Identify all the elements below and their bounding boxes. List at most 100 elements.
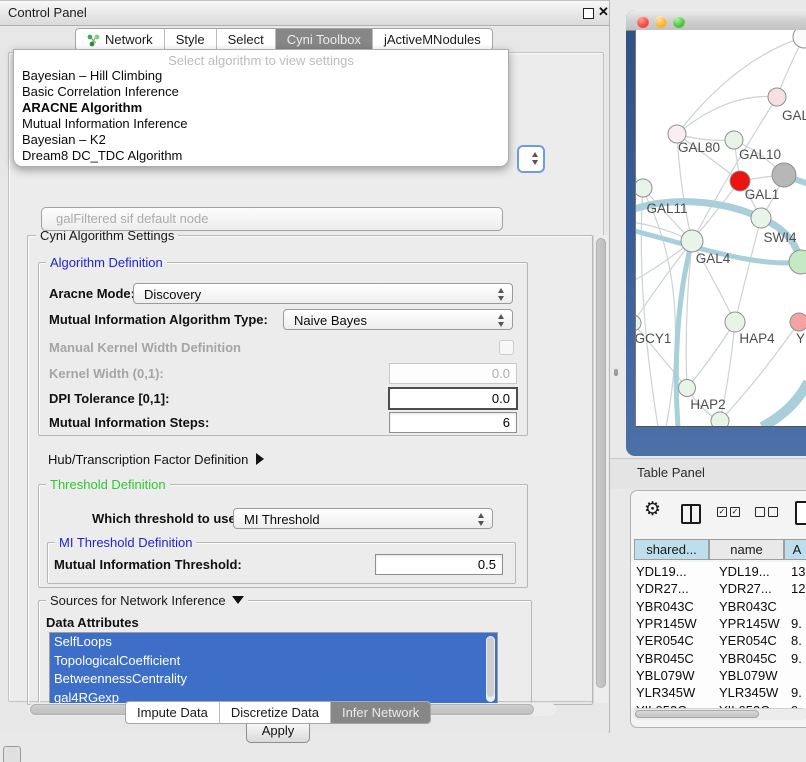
dpi-tolerance-label: DPI Tolerance [0,1]:	[49, 391, 169, 406]
split-columns-icon[interactable]	[681, 504, 701, 524]
aracne-mode-label: Aracne Mode:	[49, 286, 135, 301]
network-node-hap2[interactable]	[679, 380, 696, 397]
table-header-row: shared...nameA	[631, 539, 806, 560]
which-threshold-value: MI Threshold	[244, 512, 320, 527]
attribute-list-item[interactable]: BetweennessCentrality	[50, 670, 497, 689]
mi-algorithm-type-combo[interactable]: Naive Bayes	[283, 309, 513, 330]
algorithm-dropdown-popup: Select algorithm to view settings Bayesi…	[13, 49, 509, 167]
network-table-combo[interactable]: galFiltered sif default node	[41, 207, 503, 231]
tab-network[interactable]: Network	[76, 29, 165, 50]
mi-steps-label: Mutual Information Steps:	[49, 415, 209, 430]
algorithm-option[interactable]: Dream8 DC_TDC Algorithm	[14, 148, 508, 164]
tab-impute-data[interactable]: Impute Data	[126, 702, 220, 723]
tab-jactivemnodules[interactable]: jActiveMNodules	[373, 29, 492, 50]
network-node[interactable]	[793, 30, 806, 48]
table-row[interactable]: YPR145WYPR145W9.	[631, 616, 806, 633]
close-traffic-light-icon[interactable]	[637, 16, 649, 28]
table-horizontal-scrollbar[interactable]	[633, 708, 806, 720]
table-cell: YPR145W	[636, 616, 697, 631]
unchecked-box-icon[interactable]	[768, 507, 778, 517]
which-threshold-combo[interactable]: MI Threshold	[233, 508, 493, 529]
checked-box-icon[interactable]: ✓	[730, 507, 740, 517]
network-node[interactable]	[711, 412, 729, 426]
table-row[interactable]: YLR345WYLR345W9.	[631, 685, 806, 702]
node-label: GAL1	[745, 187, 780, 202]
settings-vertical-scrollbar[interactable]	[593, 235, 608, 703]
algorithm-option[interactable]: Basic Correlation Inference	[14, 84, 508, 100]
mi-steps-field[interactable]: 6	[389, 412, 517, 433]
network-canvas[interactable]: GALGAL80GAL10GAL1GAL11SWI4GAL4GCY1HAP4YH…	[635, 30, 806, 427]
table-cell: YDR27...	[719, 581, 772, 596]
zoom-traffic-light-icon[interactable]	[673, 16, 685, 28]
aracne-mode-combo[interactable]: Discovery	[133, 283, 513, 304]
network-node[interactable]	[772, 163, 796, 187]
close-icon[interactable]: ✕	[598, 4, 609, 20]
tab-select[interactable]: Select	[217, 29, 276, 50]
table-panel-title: Table Panel	[637, 465, 705, 480]
threshold-definition-group: Threshold Definition Which threshold to …	[38, 484, 528, 588]
manual-kernel-width-checkbox[interactable]	[499, 340, 514, 355]
attributes-scrollbar[interactable]	[486, 636, 495, 702]
mi-threshold-label: Mutual Information Threshold:	[54, 557, 242, 572]
hub-definition-expander[interactable]: Hub/Transcription Factor Definition	[48, 452, 264, 467]
mi-threshold-group-title: MI Threshold Definition	[55, 535, 196, 550]
kernel-width-field[interactable]: 0.0	[389, 363, 517, 384]
gear-icon[interactable]: ⚙	[644, 498, 661, 521]
table-row[interactable]: YBL079WYBL079W	[631, 668, 806, 685]
network-view-window[interactable]: GALGAL80GAL10GAL1GAL11SWI4GAL4GCY1HAP4YH…	[626, 10, 806, 456]
tab-style[interactable]: Style	[165, 29, 217, 50]
data-attributes-list[interactable]: SelfLoopsTopologicalCoefficientBetweenne…	[49, 632, 498, 710]
sources-title[interactable]: Sources for Network Inference	[46, 593, 248, 608]
float-window-icon[interactable]	[583, 8, 594, 19]
table-row[interactable]: YBR043CYBR043C	[631, 599, 806, 616]
table-toolbar: ⚙ ✓ ✓	[631, 491, 806, 536]
network-node-gal[interactable]	[768, 88, 786, 106]
table-cell: 9.	[791, 651, 802, 666]
network-node-gal4[interactable]	[681, 230, 703, 252]
algorithm-option[interactable]: Mutual Information Inference	[14, 116, 508, 132]
minimize-traffic-light-icon[interactable]	[655, 16, 667, 28]
tab-cyni-toolbox[interactable]: Cyni Toolbox	[276, 29, 373, 50]
mi-algorithm-type-value: Naive Bayes	[294, 313, 367, 328]
network-node-swi4[interactable]	[751, 208, 771, 228]
column-header-2[interactable]: name	[709, 539, 784, 560]
column-header-1[interactable]: shared...	[634, 539, 709, 560]
column-header-3[interactable]: A	[784, 539, 806, 560]
cyni-bottom-tabbar: Impute DataDiscretize DataInfer Network	[125, 701, 431, 724]
splitter-handle[interactable]	[614, 369, 618, 376]
table-row[interactable]: YDR27...YDR27...12	[631, 581, 806, 598]
network-node[interactable]	[789, 250, 806, 274]
table-cell: 9.	[791, 616, 802, 631]
algorithm-option[interactable]: Bayesian – K2	[14, 132, 508, 148]
unchecked-box-icon[interactable]	[755, 507, 765, 517]
table-cell: YBR045C	[636, 651, 694, 666]
network-node-hap4[interactable]	[725, 312, 745, 332]
hide-panel-button[interactable]	[3, 746, 21, 762]
table-body: YDL19...YDL19...13YDR27...YDR27...12YBR0…	[631, 562, 806, 708]
table-row[interactable]: YBR045CYBR045C9.	[631, 651, 806, 668]
tab-infer-network[interactable]: Infer Network	[331, 702, 430, 723]
table-cell: YER054C	[636, 633, 694, 648]
table-row[interactable]: YER054CYER054C8.	[631, 633, 806, 650]
attribute-list-item[interactable]: SelfLoops	[50, 633, 497, 652]
algorithm-option[interactable]: ARACNE Algorithm	[14, 100, 508, 116]
table-cell: YBR043C	[719, 599, 777, 614]
document-icon[interactable]	[795, 501, 806, 525]
network-node-gal11[interactable]	[636, 179, 652, 197]
attribute-list-item[interactable]: TopologicalCoefficient	[50, 652, 497, 671]
network-edge[interactable]	[735, 218, 761, 322]
dpi-tolerance-field[interactable]: 0.0	[388, 387, 518, 410]
node-label: SWI4	[763, 230, 796, 245]
network-node-y[interactable]	[790, 313, 806, 331]
tab-discretize-data[interactable]: Discretize Data	[220, 702, 331, 723]
network-window-titlebar[interactable]	[626, 10, 806, 31]
checked-box-icon[interactable]: ✓	[717, 507, 727, 517]
collapse-down-icon	[232, 596, 244, 604]
table-row[interactable]: YDL19...YDL19...13	[631, 564, 806, 581]
tab-label: Network	[105, 32, 153, 47]
mi-threshold-field[interactable]: 0.5	[375, 554, 503, 575]
algorithm-option[interactable]: Bayesian – Hill Climbing	[14, 68, 508, 84]
network-edge-thick[interactable]	[762, 382, 806, 426]
network-node-gcy1[interactable]	[636, 315, 641, 331]
table-cell: YBL079W	[636, 668, 695, 683]
